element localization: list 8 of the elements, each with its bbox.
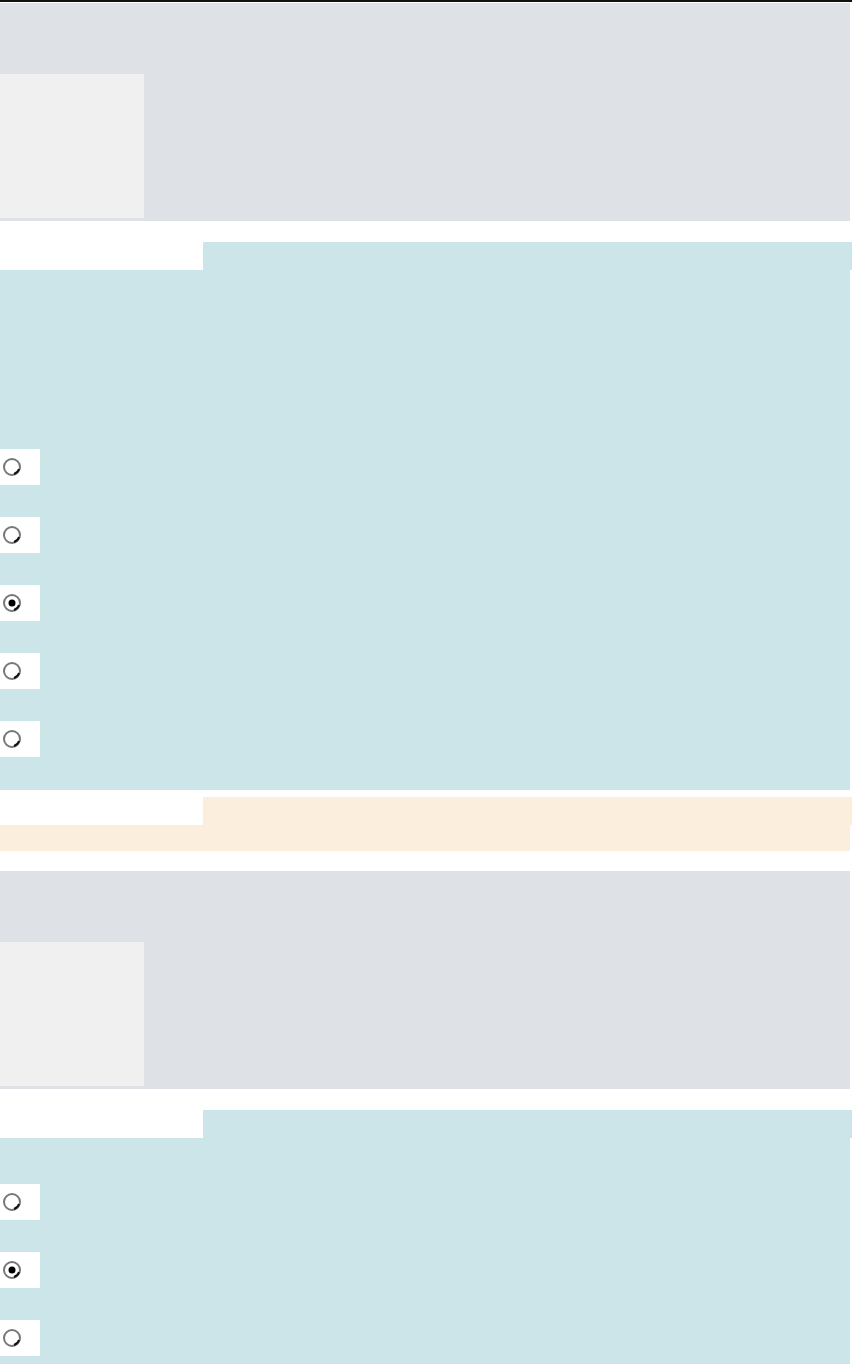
radio-button[interactable] bbox=[2, 593, 22, 613]
radio-button[interactable] bbox=[2, 729, 22, 749]
radio-button[interactable] bbox=[2, 525, 22, 545]
radio-button[interactable] bbox=[2, 457, 22, 477]
radio-button[interactable] bbox=[2, 661, 22, 681]
radio-button[interactable] bbox=[2, 1260, 22, 1280]
radio-button[interactable] bbox=[2, 1192, 22, 1212]
radio-button[interactable] bbox=[2, 1328, 22, 1348]
